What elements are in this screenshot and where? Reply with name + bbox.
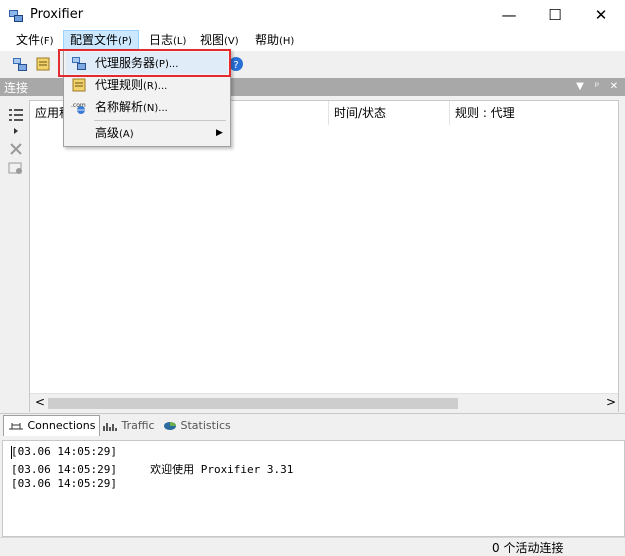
- submenu-arrow-icon: ▶: [216, 128, 223, 138]
- scroll-left-icon[interactable]: <: [35, 395, 45, 409]
- menu-log-accel: (L): [173, 36, 187, 47]
- menu-bar: 文件(F) 配置文件(P) 日志(L) 视图(V) 帮助(H): [0, 30, 625, 51]
- horizontal-scroll-thumb[interactable]: [48, 398, 458, 409]
- close-button[interactable]: ✕: [578, 0, 624, 30]
- tab-statistics[interactable]: Statistics: [159, 416, 235, 435]
- menu-item-name-resolution[interactable]: .com 名称解析(N)...: [66, 96, 228, 118]
- proxy-rules-toolbar-icon[interactable]: [35, 56, 51, 72]
- scroll-right-icon[interactable]: >: [606, 395, 616, 409]
- menu-profile-accel: (P): [118, 36, 132, 47]
- svg-text:?: ?: [233, 60, 238, 71]
- tab-traffic[interactable]: Traffic: [98, 416, 159, 435]
- statistics-icon: [164, 422, 176, 430]
- horizontal-scrollbar[interactable]: < >: [30, 393, 618, 412]
- proxy-servers-toolbar-icon[interactable]: [12, 56, 28, 72]
- log-line: [03.06 14:05:29]: [11, 477, 117, 490]
- expand-arrow-icon[interactable]: [13, 127, 19, 135]
- list-view-icon[interactable]: [8, 108, 24, 122]
- panel-menu-icon[interactable]: ▼: [573, 78, 587, 96]
- menu-item-name-resolution-label: 名称解析: [95, 100, 144, 114]
- menu-log-label: 日志: [149, 33, 174, 47]
- maximize-button[interactable]: ☐: [532, 0, 578, 30]
- connections-panel-title: 连接: [4, 81, 29, 95]
- menu-item-advanced-accel: (A): [119, 129, 134, 140]
- menu-file[interactable]: 文件(F): [10, 30, 60, 51]
- tab-traffic-label: Traffic: [121, 419, 155, 432]
- log-line: [03.06 14:05:29] 欢迎使用 Proxifier 3.31: [11, 463, 294, 476]
- menu-log[interactable]: 日志(L): [143, 30, 192, 51]
- tab-statistics-label: Statistics: [180, 419, 231, 432]
- proxifier-app-icon: [9, 10, 23, 22]
- connections-icon: [9, 423, 23, 430]
- title-bar: Proxifier — ☐ ✕: [0, 0, 625, 30]
- window-title: Proxifier: [30, 7, 84, 22]
- menu-help[interactable]: 帮助(H): [249, 30, 300, 51]
- menu-separator: [94, 120, 226, 121]
- proxy-rules-icon: [72, 78, 86, 92]
- traffic-icon: [103, 423, 117, 431]
- highlight-annotation: [58, 49, 231, 77]
- name-resolution-icon: .com: [71, 102, 86, 114]
- menu-file-label: 文件: [16, 33, 41, 47]
- active-connections-status: 0 个活动连接: [492, 541, 564, 555]
- menu-item-advanced[interactable]: 高级(A) ▶: [66, 122, 228, 144]
- menu-profile-label: 配置文件: [70, 33, 119, 47]
- status-bar: 0 个活动连接: [0, 537, 625, 556]
- minimize-button[interactable]: —: [486, 0, 532, 30]
- bottom-tab-strip: Connections Traffic Statistics: [0, 413, 625, 436]
- tab-connections[interactable]: Connections: [3, 415, 101, 436]
- log-line: [03.06 14:05:29]: [11, 445, 117, 458]
- menu-view[interactable]: 视图(V): [194, 30, 245, 51]
- menu-view-accel: (V): [224, 36, 239, 47]
- menu-item-advanced-label: 高级: [95, 126, 120, 140]
- panel-pin-icon[interactable]: ᵖ: [590, 78, 604, 96]
- tab-connections-label: Connections: [27, 419, 96, 432]
- column-header-rule-proxy[interactable]: 规则 : 代理: [450, 101, 617, 125]
- menu-view-label: 视图: [200, 33, 225, 47]
- menu-help-accel: (H): [279, 36, 295, 47]
- column-header-time-status[interactable]: 时间/状态: [329, 101, 450, 125]
- log-panel[interactable]: [03.06 14:05:29] [03.06 14:05:29] 欢迎使用 P…: [2, 440, 625, 537]
- menu-profile[interactable]: 配置文件(P): [63, 30, 139, 51]
- close-connection-icon[interactable]: [9, 142, 23, 156]
- menu-item-proxy-rules[interactable]: 代理规则(R)...: [66, 74, 228, 96]
- menu-file-accel: (F): [40, 36, 54, 47]
- panel-close-icon[interactable]: ✕: [607, 78, 621, 96]
- connection-details-icon[interactable]: [8, 162, 24, 176]
- menu-item-name-resolution-accel: (N)...: [143, 103, 168, 114]
- menu-item-proxy-rules-accel: (R)...: [143, 81, 168, 92]
- menu-help-label: 帮助: [255, 33, 280, 47]
- connections-side-toolbar: [0, 96, 28, 410]
- menu-item-proxy-rules-label: 代理规则: [95, 78, 144, 92]
